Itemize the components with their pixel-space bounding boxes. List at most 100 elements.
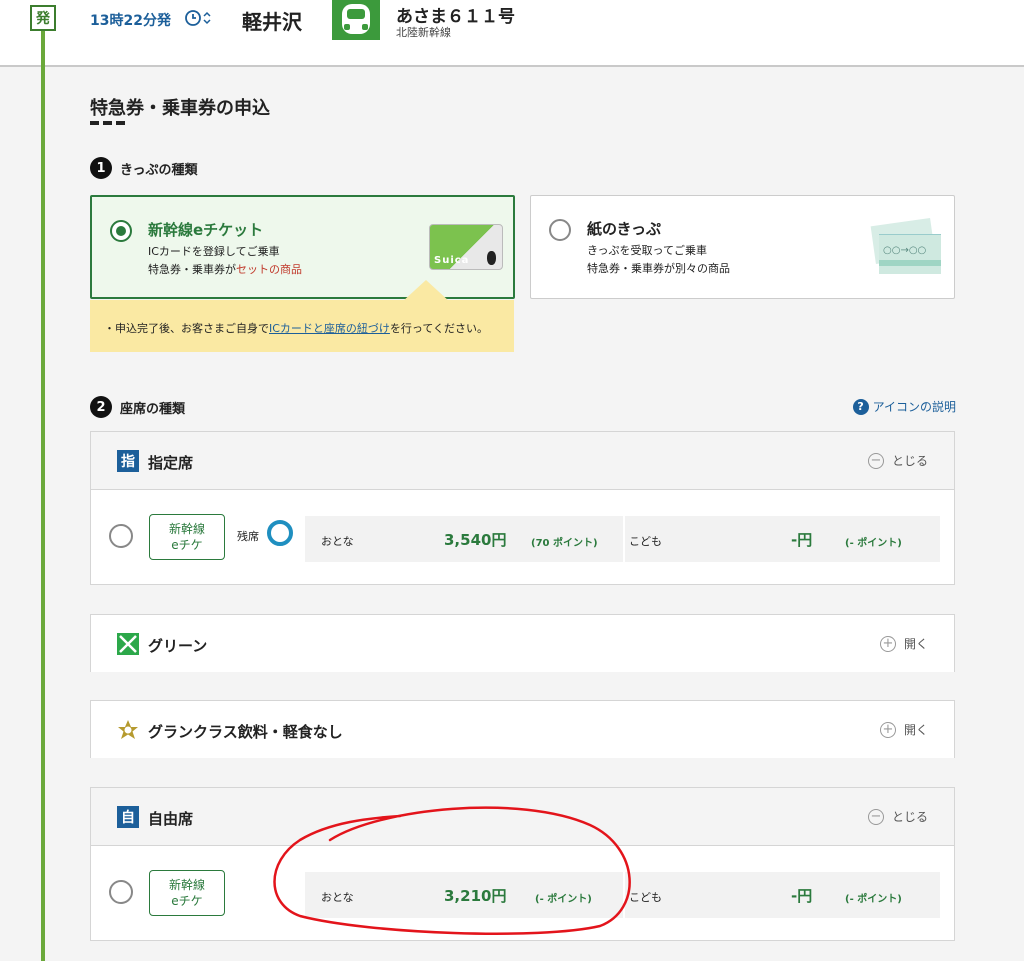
green-expand-toggle[interactable]: + 開く [879, 635, 928, 652]
granclass-name: グランクラス飲料・軽食なし [148, 723, 343, 741]
title-underline [90, 121, 128, 125]
adult-points: (- ポイント) [535, 894, 592, 905]
nonreserved-seat-icon: 自 [117, 806, 139, 828]
reserved-seat-panel: 指 指定席 − とじる 新幹線 eチケ 残席 おとな 3,540円 (70 ポイ… [90, 431, 955, 585]
paper-ticket-icon: ○○→○○ [869, 218, 941, 278]
child-price-box: こども -円 (- ポイント) [625, 872, 940, 918]
train-line: 北陸新幹線 [396, 26, 451, 39]
seat-type-heading: 2 座席の種類 [90, 396, 185, 418]
eticket-badge-line1: 新幹線 [168, 522, 205, 536]
paper-ticket-desc: きっぷを受取ってご乗車 特急券・乗車券が別々の商品 [587, 242, 730, 278]
ic-card-label: Suica [434, 255, 470, 266]
granclass-expand-toggle[interactable]: + 開く [879, 721, 928, 738]
reserved-eticket-row: 新幹線 eチケ 残席 おとな 3,540円 (70 ポイント) こども -円 (… [91, 490, 954, 582]
green-car-name: グリーン [148, 637, 208, 655]
clock-icon[interactable] [184, 8, 212, 28]
eticket-desc-line2b: セットの商品 [236, 263, 302, 276]
step-number: 2 [90, 396, 112, 418]
notice-text-a: ・申込完了後、お客さまご自身で [104, 322, 269, 335]
eticket-badge: 新幹線 eチケ [149, 514, 225, 560]
eticket-option[interactable]: 新幹線eチケット ICカードを登録してご乗車 特急券・乗車券がセットの商品 Su… [90, 195, 515, 299]
reserved-eticket-radio[interactable] [109, 524, 133, 548]
nonreserved-seat-panel: 自 自由席 − とじる 新幹線 eチケ おとな 3,210円 (- ポイント) … [90, 787, 955, 941]
eticket-badge: 新幹線 eチケ [149, 870, 225, 916]
eticket-radio[interactable] [110, 220, 132, 242]
paper-ticket-option[interactable]: 紙のきっぷ きっぷを受取ってご乗車 特急券・乗車券が別々の商品 ○○→○○ [530, 195, 955, 299]
eticket-desc-line2: 特急券・乗車券がセットの商品 [148, 261, 302, 279]
nonreserved-collapse-label: とじる [891, 810, 928, 824]
reserved-seat-icon: 指 [117, 450, 139, 472]
granclass-star-icon [118, 720, 138, 739]
child-price: -円 [791, 887, 813, 905]
adult-price: 3,540円 [444, 531, 507, 549]
nonreserved-seat-name: 自由席 [148, 810, 194, 828]
paper-ticket-radio[interactable] [549, 219, 571, 241]
eticket-title: 新幹線eチケット [148, 221, 264, 239]
eticket-badge-line2: eチケ [171, 894, 203, 908]
adult-price-box: おとな 3,210円 (- ポイント) [305, 872, 623, 918]
ic-card-icon: Suica [429, 224, 503, 270]
plus-circle-icon: + [879, 635, 896, 652]
nonreserved-eticket-radio[interactable] [109, 880, 133, 904]
ic-link[interactable]: ICカードと座席の紐づけ [269, 322, 390, 335]
paper-ticket-stripe [879, 260, 941, 266]
minus-circle-icon: − [867, 452, 884, 469]
green-car-header[interactable]: グリーン + 開く [91, 615, 954, 672]
paper-ticket-route: ○○→○○ [883, 245, 927, 256]
help-icon: ? [852, 398, 869, 415]
plus-circle-icon: + [879, 721, 896, 738]
reserved-seat-header[interactable]: 指 指定席 − とじる [91, 432, 954, 490]
eticket-desc: ICカードを登録してご乗車 特急券・乗車券がセットの商品 [148, 243, 302, 279]
station-name: 軽井沢 [242, 10, 302, 34]
notice-pointer [402, 280, 450, 302]
remaining-seats-label: 残席 [237, 530, 259, 543]
paper-desc-line1: きっぷを受取ってご乗車 [587, 244, 708, 257]
child-label: こども [629, 535, 662, 548]
adult-label: おとな [321, 891, 354, 904]
reserved-seat-name: 指定席 [148, 454, 194, 472]
child-points: (- ポイント) [845, 894, 902, 905]
adult-points: (70 ポイント) [531, 538, 598, 549]
paper-ticket-front: ○○→○○ [879, 234, 941, 274]
child-price: -円 [791, 531, 813, 549]
child-points: (- ポイント) [845, 538, 902, 549]
adult-price: 3,210円 [444, 887, 507, 905]
child-label: こども [629, 891, 662, 904]
notice-box: ・申込完了後、お客さまご自身でICカードと座席の紐づけを行ってください。 [90, 300, 514, 352]
adult-price-box: おとな 3,540円 (70 ポイント) [305, 516, 623, 562]
granclass-panel[interactable]: グランクラス飲料・軽食なし + 開く [90, 700, 955, 758]
adult-label: おとな [321, 535, 354, 548]
icon-help-label: アイコンの説明 [872, 400, 956, 414]
green-expand-label: 開く [903, 637, 928, 651]
departure-time: 13時22分発 [90, 13, 171, 29]
reserved-collapse-toggle[interactable]: − とじる [867, 452, 928, 469]
granclass-expand-label: 開く [903, 723, 928, 737]
route-timeline [41, 30, 45, 961]
granclass-header[interactable]: グランクラス飲料・軽食なし + 開く [91, 701, 954, 758]
reserved-collapse-label: とじる [891, 454, 928, 468]
icon-help-link[interactable]: ? アイコンの説明 [852, 398, 956, 415]
ticket-type-heading-text: きっぷの種類 [120, 162, 198, 178]
step-number: 1 [90, 157, 112, 179]
nonreserved-eticket-row: 新幹線 eチケ おとな 3,210円 (- ポイント) こども -円 (- ポイ… [91, 846, 954, 938]
nonreserved-seat-header[interactable]: 自 自由席 − とじる [91, 788, 954, 846]
nonreserved-collapse-toggle[interactable]: − とじる [867, 808, 928, 825]
ticket-type-heading: 1 きっぷの種類 [90, 157, 197, 179]
green-car-panel[interactable]: グリーン + 開く [90, 614, 955, 672]
seat-type-heading-text: 座席の種類 [120, 401, 186, 417]
page-title: 特急券・乗車券の申込 [90, 98, 270, 119]
seats-available-icon [267, 520, 293, 546]
eticket-desc-line2a: 特急券・乗車券が [148, 263, 236, 276]
minus-circle-icon: − [867, 808, 884, 825]
eticket-desc-line1: ICカードを登録してご乗車 [148, 245, 280, 258]
eticket-badge-line1: 新幹線 [168, 878, 205, 892]
penguin-icon [487, 251, 496, 265]
green-clover-icon [117, 633, 139, 655]
eticket-badge-line2: eチケ [171, 538, 203, 552]
child-price-box: こども -円 (- ポイント) [625, 516, 940, 562]
paper-desc-line2: 特急券・乗車券が別々の商品 [587, 262, 730, 275]
train-logo-icon [332, 0, 380, 40]
notice-text-b: を行ってください。 [389, 322, 489, 335]
paper-ticket-title: 紙のきっぷ [587, 220, 661, 238]
departure-badge: 発 [30, 5, 56, 31]
